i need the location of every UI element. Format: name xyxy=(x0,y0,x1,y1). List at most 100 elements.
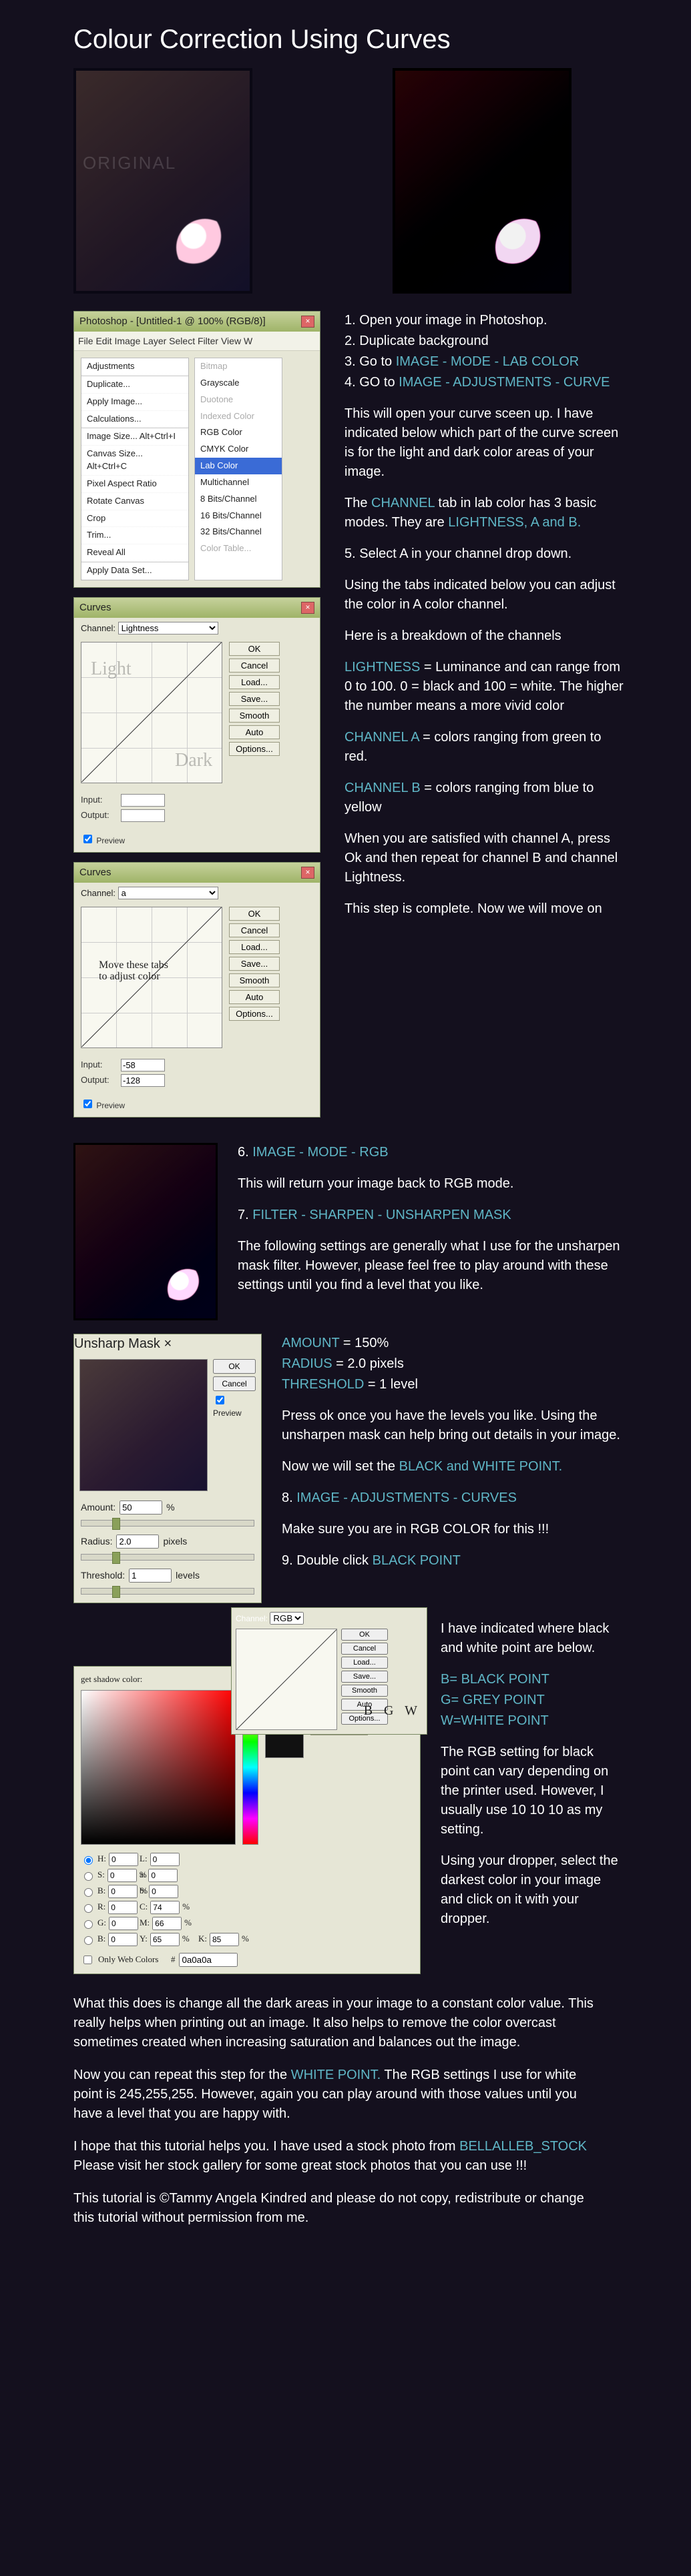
submenu-item[interactable]: 8 Bits/Channel xyxy=(195,491,282,508)
step-6: 6. IMAGE - MODE - RGB xyxy=(238,1143,624,1162)
preview-checkbox[interactable] xyxy=(83,1100,92,1108)
options-button[interactable]: Options... xyxy=(229,1007,280,1021)
r-input[interactable] xyxy=(108,1901,138,1914)
menu-item[interactable]: Crop xyxy=(81,510,188,528)
m-input[interactable] xyxy=(152,1917,182,1930)
save-button[interactable]: Save... xyxy=(341,1671,388,1683)
curve-graph[interactable]: Move these tabs to adjust color xyxy=(81,907,222,1048)
menu-item[interactable]: Duplicate... xyxy=(81,376,188,394)
bv-input[interactable] xyxy=(108,1885,138,1898)
smooth-button[interactable]: Smooth xyxy=(229,709,280,723)
amount-slider[interactable] xyxy=(81,1520,254,1527)
output-field[interactable] xyxy=(121,1074,165,1087)
amount-input[interactable] xyxy=(120,1500,162,1515)
output-field[interactable] xyxy=(121,809,165,822)
submenu-item[interactable]: Duotone xyxy=(195,392,282,408)
save-button[interactable]: Save... xyxy=(229,692,280,706)
preview-checkbox[interactable] xyxy=(83,835,92,843)
g-input[interactable] xyxy=(109,1917,138,1930)
r-radio[interactable] xyxy=(84,1904,93,1913)
menu-item[interactable]: Apply Data Set... xyxy=(81,562,188,580)
menu-item[interactable]: Apply Image... xyxy=(81,394,188,411)
cancel-button[interactable]: Cancel xyxy=(229,923,280,937)
radius-input[interactable] xyxy=(116,1535,159,1549)
mode-submenu[interactable]: Bitmap Grayscale Duotone Indexed Color R… xyxy=(194,358,282,580)
s-radio[interactable] xyxy=(84,1872,93,1881)
cancel-button[interactable]: Cancel xyxy=(213,1376,256,1391)
channel-select[interactable]: a xyxy=(118,887,218,899)
load-button[interactable]: Load... xyxy=(341,1657,388,1669)
submenu-item[interactable]: Grayscale xyxy=(195,375,282,392)
ok-button[interactable]: OK xyxy=(229,642,280,656)
submenu-item[interactable]: 32 Bits/Channel xyxy=(195,524,282,540)
close-icon[interactable]: × xyxy=(301,602,314,614)
radius-slider[interactable] xyxy=(81,1554,254,1561)
g-radio[interactable] xyxy=(84,1920,93,1929)
b-radio[interactable] xyxy=(84,1888,93,1897)
auto-button[interactable]: Auto xyxy=(229,725,280,739)
k-input[interactable] xyxy=(210,1933,239,1946)
ok-button[interactable]: OK xyxy=(341,1629,388,1641)
input-field[interactable] xyxy=(121,1059,165,1071)
submenu-item[interactable]: 16 Bits/Channel xyxy=(195,508,282,524)
l-input[interactable] xyxy=(150,1853,180,1866)
s-input[interactable] xyxy=(107,1869,137,1882)
smooth-button[interactable]: Smooth xyxy=(341,1685,388,1697)
menu-item[interactable]: Canvas Size... Alt+Ctrl+C xyxy=(81,446,188,476)
menu-item[interactable]: Image Size... Alt+Ctrl+I xyxy=(81,428,188,446)
h-radio[interactable] xyxy=(84,1856,93,1865)
menu-item[interactable]: Adjustments xyxy=(81,358,188,376)
h-input[interactable] xyxy=(109,1853,138,1866)
amount-label: Amount: xyxy=(81,1500,116,1514)
submenu-item[interactable]: CMYK Color xyxy=(195,441,282,458)
submenu-item[interactable]: Indexed Color xyxy=(195,408,282,425)
auto-button[interactable]: Auto xyxy=(229,990,280,1004)
white-point-label: W=WHITE POINT xyxy=(441,1711,624,1731)
load-button[interactable]: Load... xyxy=(229,940,280,954)
close-icon[interactable]: × xyxy=(301,867,314,879)
close-icon[interactable]: × xyxy=(164,1336,172,1351)
save-button[interactable]: Save... xyxy=(229,957,280,971)
channel-label: Channel: xyxy=(236,1614,268,1623)
cancel-button[interactable]: Cancel xyxy=(229,659,280,673)
y-input[interactable] xyxy=(150,1933,180,1946)
channel-select[interactable]: Lightness xyxy=(118,622,218,634)
curve-graph[interactable]: Light Dark xyxy=(81,642,222,783)
smooth-button[interactable]: Smooth xyxy=(229,973,280,987)
curve-graph[interactable] xyxy=(236,1629,337,1730)
paragraph: I hope that this tutorial helps you. I h… xyxy=(73,2137,604,2176)
input-field[interactable] xyxy=(121,794,165,807)
menubar[interactable]: File Edit Image Layer Select Filter View… xyxy=(74,332,320,351)
threshold-input[interactable] xyxy=(129,1569,172,1583)
menu-item[interactable]: Calculations... xyxy=(81,411,188,428)
submenu-item[interactable]: RGB Color xyxy=(195,424,282,441)
threshold-slider[interactable] xyxy=(81,1588,254,1595)
bgw-annotation: B G W xyxy=(364,1701,421,1721)
options-button[interactable]: Options... xyxy=(229,742,280,756)
menu-item[interactable]: Pixel Aspect Ratio xyxy=(81,476,188,493)
submenu-item[interactable]: Bitmap xyxy=(195,358,282,375)
submenu-item[interactable]: Multichannel xyxy=(195,474,282,491)
webcolors-checkbox[interactable] xyxy=(83,1956,92,1964)
ok-button[interactable]: OK xyxy=(229,907,280,921)
ok-button[interactable]: OK xyxy=(213,1359,256,1374)
submenu-item[interactable]: Color Table... xyxy=(195,540,282,557)
load-button[interactable]: Load... xyxy=(229,675,280,689)
channel-select[interactable]: RGB xyxy=(270,1612,304,1625)
c-input[interactable] xyxy=(150,1901,180,1914)
menu-item[interactable]: Reveal All xyxy=(81,544,188,562)
bl-radio[interactable] xyxy=(84,1936,93,1945)
image-menu[interactable]: Adjustments Duplicate... Apply Image... … xyxy=(81,358,189,580)
bl-input[interactable] xyxy=(108,1933,138,1946)
portrait-after xyxy=(393,68,571,294)
hex-input[interactable] xyxy=(179,1953,238,1967)
saturation-field[interactable] xyxy=(81,1690,236,1845)
submenu-item-lab[interactable]: Lab Color xyxy=(195,458,282,474)
close-icon[interactable]: × xyxy=(301,316,314,328)
menu-item[interactable]: Rotate Canvas xyxy=(81,493,188,510)
cancel-button[interactable]: Cancel xyxy=(341,1643,388,1655)
lab-b-input[interactable] xyxy=(149,1885,178,1898)
preview-checkbox[interactable] xyxy=(216,1396,224,1404)
a-input[interactable] xyxy=(148,1869,178,1882)
menu-item[interactable]: Trim... xyxy=(81,527,188,544)
